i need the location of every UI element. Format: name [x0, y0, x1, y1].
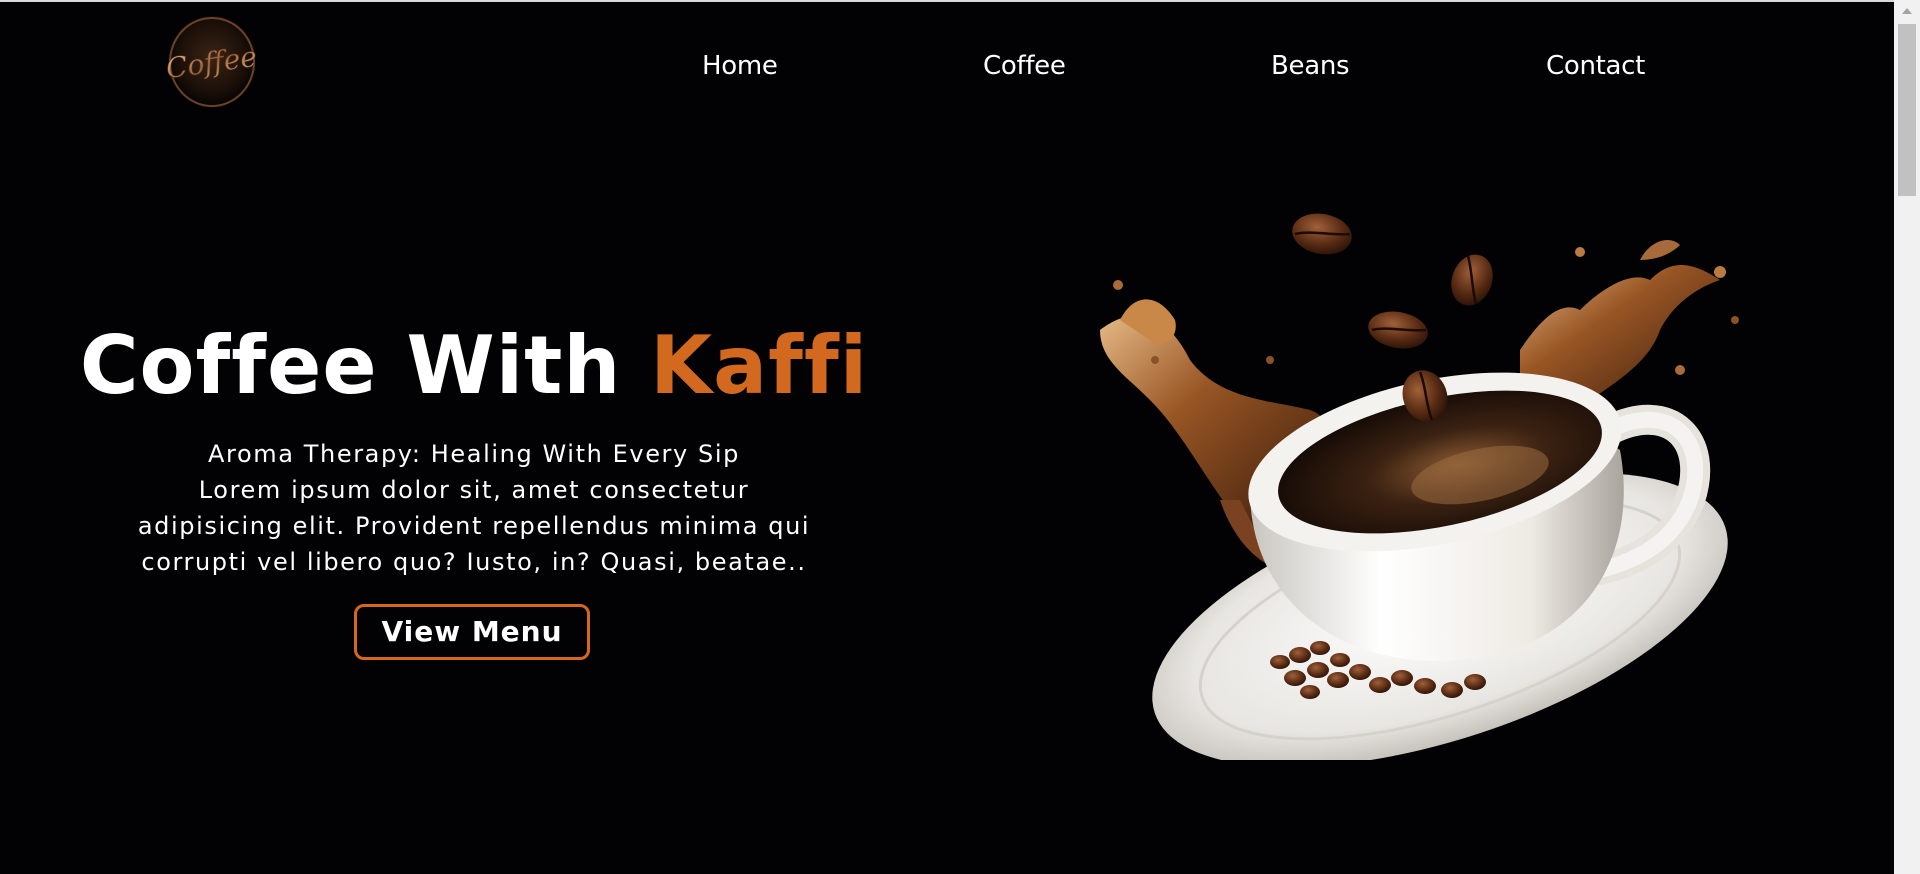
hero-title: Coffee With Kaffi: [0, 318, 948, 414]
nav-home-link[interactable]: Home: [702, 48, 778, 84]
hero-title-main: Coffee With: [79, 319, 651, 412]
hero-subtitle-line: corrupti vel libero quo? Iusto, in? Quas…: [141, 548, 807, 576]
hero-subtitle-line: Lorem ipsum dolor sit, amet consectetur: [198, 476, 750, 504]
view-menu-button[interactable]: View Menu: [354, 604, 590, 660]
page: Coffee Home Coffee Beans Contact Coffee …: [0, 0, 1920, 874]
hero-subtitle: Aroma Therapy: Healing With Every Sip Lo…: [94, 436, 854, 580]
scroll-up-arrow-icon[interactable]: [1894, 0, 1920, 22]
hero-subtitle-line: adipisicing elit. Provident repellendus …: [137, 512, 811, 540]
top-border: [0, 0, 1894, 2]
hero-title-accent: Kaffi: [650, 319, 869, 412]
nav-coffee-link[interactable]: Coffee: [983, 48, 1066, 84]
main-nav: Home Coffee Beans Contact: [0, 48, 1894, 88]
hero-subtitle-line: Aroma Therapy: Healing With Every Sip: [208, 440, 740, 468]
nav-contact-link[interactable]: Contact: [1546, 48, 1645, 84]
nav-beans-link[interactable]: Beans: [1271, 48, 1350, 84]
coffee-cup-splash-image: [1100, 213, 1739, 760]
vertical-scrollbar[interactable]: [1894, 0, 1920, 874]
scrollbar-thumb[interactable]: [1898, 24, 1916, 196]
